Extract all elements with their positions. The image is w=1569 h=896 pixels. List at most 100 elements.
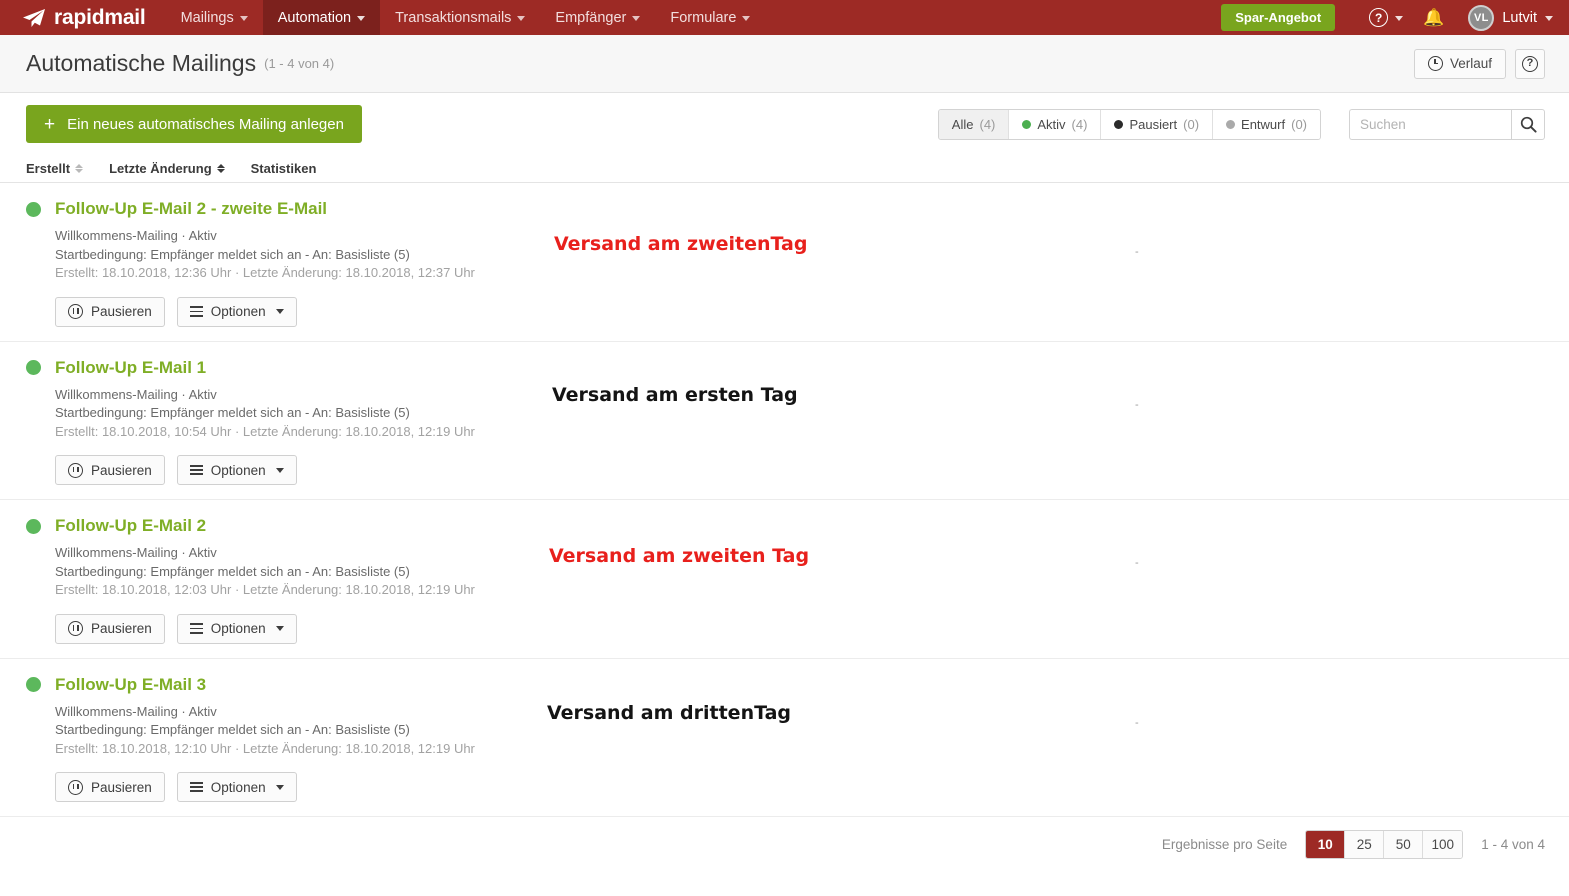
help-menu-button[interactable]: ?: [1359, 8, 1413, 27]
column-header-statistiken: Statistiken: [251, 161, 317, 176]
column-header-label: Letzte Änderung: [109, 161, 212, 176]
pause-icon: [68, 304, 83, 319]
pause-button-label: Pausieren: [91, 462, 152, 478]
row-dates-line: Erstellt: 18.10.2018, 10:54 Uhr · Letzte…: [55, 423, 475, 439]
row-meta: Willkommens-Mailing · Aktiv Startbedingu…: [55, 703, 546, 759]
nav-item-formulare[interactable]: Formulare: [655, 0, 765, 35]
create-automation-button[interactable]: + Ein neues automatisches Mailing anlege…: [26, 105, 362, 143]
page-help-button[interactable]: ?: [1515, 48, 1545, 79]
automation-title-link[interactable]: Follow-Up E-Mail 3: [55, 675, 206, 695]
options-button-label: Optionen: [210, 779, 266, 795]
table-row[interactable]: Follow-Up E-Mail 2 Willkommens-Mailing ·…: [0, 500, 1569, 659]
menu-icon: [189, 464, 203, 476]
chevron-down-icon: [742, 16, 751, 21]
chevron-down-icon: [275, 784, 284, 790]
filter-count: (4): [1071, 116, 1088, 132]
pause-button[interactable]: Pausieren: [55, 296, 165, 327]
per-page-option-50[interactable]: 50: [1384, 830, 1424, 858]
options-button[interactable]: Optionen: [176, 296, 297, 327]
user-menu[interactable]: VL Lutvit: [1454, 4, 1553, 31]
per-page-option-100[interactable]: 100: [1423, 830, 1463, 858]
row-content: Follow-Up E-Mail 3 Willkommens-Mailing ·…: [26, 675, 546, 802]
chevron-down-icon: [239, 16, 248, 21]
statistics-value: -: [1135, 557, 1139, 569]
filter-label: Entwurf: [1241, 116, 1286, 132]
search-box: [1349, 108, 1545, 140]
search-button[interactable]: [1511, 108, 1545, 140]
filter-count: (0): [1291, 116, 1307, 132]
row-annotation: Versand am zweitenTag: [554, 233, 808, 255]
clock-icon: [1427, 56, 1443, 71]
automation-title-link[interactable]: Follow-Up E-Mail 2 - zweite E-Mail: [55, 199, 327, 219]
nav-label: Formulare: [670, 9, 737, 26]
per-page-option-10[interactable]: 10: [1306, 830, 1346, 858]
options-button[interactable]: Optionen: [176, 455, 297, 485]
row-content: Follow-Up E-Mail 2 - zweite E-Mail Willk…: [26, 199, 546, 327]
column-header-label: Erstellt: [26, 161, 71, 176]
nav-item-automation[interactable]: Automation: [262, 0, 381, 35]
chevron-down-icon: [1395, 16, 1404, 21]
row-dates-line: Erstellt: 18.10.2018, 12:10 Uhr · Letzte…: [55, 740, 475, 756]
avatar: VL: [1468, 4, 1495, 31]
row-meta: Willkommens-Mailing · Aktiv Startbedingu…: [55, 227, 546, 283]
pause-button[interactable]: Pausieren: [55, 613, 165, 644]
row-condition-line: Startbedingung: Empfänger meldet sich an…: [55, 722, 410, 737]
row-actions: Pausieren Optionen: [55, 296, 546, 327]
row-title-line: Follow-Up E-Mail 1: [26, 358, 546, 378]
filter-entwurf[interactable]: Entwurf (0): [1213, 109, 1320, 139]
row-type-line: Willkommens-Mailing · Aktiv: [55, 386, 217, 402]
nav-item-empfaenger[interactable]: Empfänger: [540, 0, 655, 35]
action-toolbar: + Ein neues automatisches Mailing anlege…: [0, 93, 1569, 155]
automation-title-link[interactable]: Follow-Up E-Mail 2: [55, 516, 206, 536]
search-input[interactable]: [1349, 108, 1511, 140]
notifications-button[interactable]: 🔔: [1413, 9, 1454, 26]
row-condition-line: Startbedingung: Empfänger meldet sich an…: [55, 563, 410, 579]
filter-alle[interactable]: Alle (4): [938, 109, 1010, 139]
bell-icon: 🔔: [1423, 8, 1445, 27]
row-annotation: Versand am drittenTag: [547, 701, 792, 724]
nav-label: Transaktionsmails: [395, 9, 512, 26]
sort-icon: [75, 164, 84, 173]
nav-item-mailings[interactable]: Mailings: [166, 0, 263, 35]
toolbar-right: Alle (4) Aktiv (4) Pausiert (0) Entwurf …: [937, 108, 1545, 140]
nav-item-transaktionsmails[interactable]: Transaktionsmails: [380, 0, 540, 35]
pause-icon: [68, 621, 83, 636]
per-page-label: Ergebnisse pro Seite: [1161, 836, 1288, 852]
statistics-value: -: [1135, 398, 1139, 411]
column-header-erstellt[interactable]: Erstellt: [26, 161, 84, 176]
table-header-row: Erstellt Letzte Änderung Statistiken: [0, 155, 1569, 183]
status-dot-black-icon: [1114, 119, 1124, 129]
table-footer: Ergebnisse pro Seite 10 25 50 100 1 - 4 …: [0, 817, 1569, 871]
row-dates-line: Erstellt: 18.10.2018, 12:03 Uhr · Letzte…: [55, 582, 475, 597]
options-button[interactable]: Optionen: [176, 613, 297, 644]
chevron-down-icon: [632, 16, 641, 21]
filter-pausiert[interactable]: Pausiert (0): [1101, 109, 1214, 139]
brand-logo[interactable]: rapidmail: [0, 0, 166, 35]
table-row[interactable]: Follow-Up E-Mail 3 Willkommens-Mailing ·…: [0, 659, 1569, 817]
filter-label: Alle: [951, 116, 974, 132]
question-circle-icon: ?: [1369, 8, 1389, 27]
nav-label: Automation: [277, 9, 352, 26]
nav-label: Empfänger: [555, 9, 627, 26]
promo-button[interactable]: Spar-Angebot: [1221, 4, 1336, 31]
statistics-value: -: [1135, 716, 1139, 729]
user-name: Lutvit: [1502, 9, 1537, 26]
nav-label: Mailings: [180, 9, 234, 26]
filter-aktiv[interactable]: Aktiv (4): [1009, 109, 1102, 139]
automation-title-link[interactable]: Follow-Up E-Mail 1: [55, 358, 206, 378]
pause-button[interactable]: Pausieren: [55, 455, 165, 485]
column-header-label: Statistiken: [250, 161, 317, 176]
top-navbar: rapidmail Mailings Automation Transaktio…: [0, 0, 1569, 35]
table-row[interactable]: Follow-Up E-Mail 1 Willkommens-Mailing ·…: [0, 342, 1569, 500]
per-page-option-25[interactable]: 25: [1345, 830, 1385, 858]
row-title-line: Follow-Up E-Mail 3: [26, 675, 546, 695]
row-annotation: Versand am ersten Tag: [552, 383, 798, 406]
table-row[interactable]: Follow-Up E-Mail 2 - zweite E-Mail Willk…: [0, 183, 1569, 342]
automation-list: Follow-Up E-Mail 2 - zweite E-Mail Willk…: [0, 183, 1569, 817]
options-button[interactable]: Optionen: [176, 772, 297, 802]
column-header-letzte-aenderung[interactable]: Letzte Änderung: [109, 161, 225, 176]
history-button[interactable]: Verlauf: [1413, 48, 1506, 79]
page-result-count: (1 - 4 von 4): [264, 56, 335, 71]
chevron-down-icon: [275, 626, 284, 631]
pause-button[interactable]: Pausieren: [55, 772, 165, 802]
